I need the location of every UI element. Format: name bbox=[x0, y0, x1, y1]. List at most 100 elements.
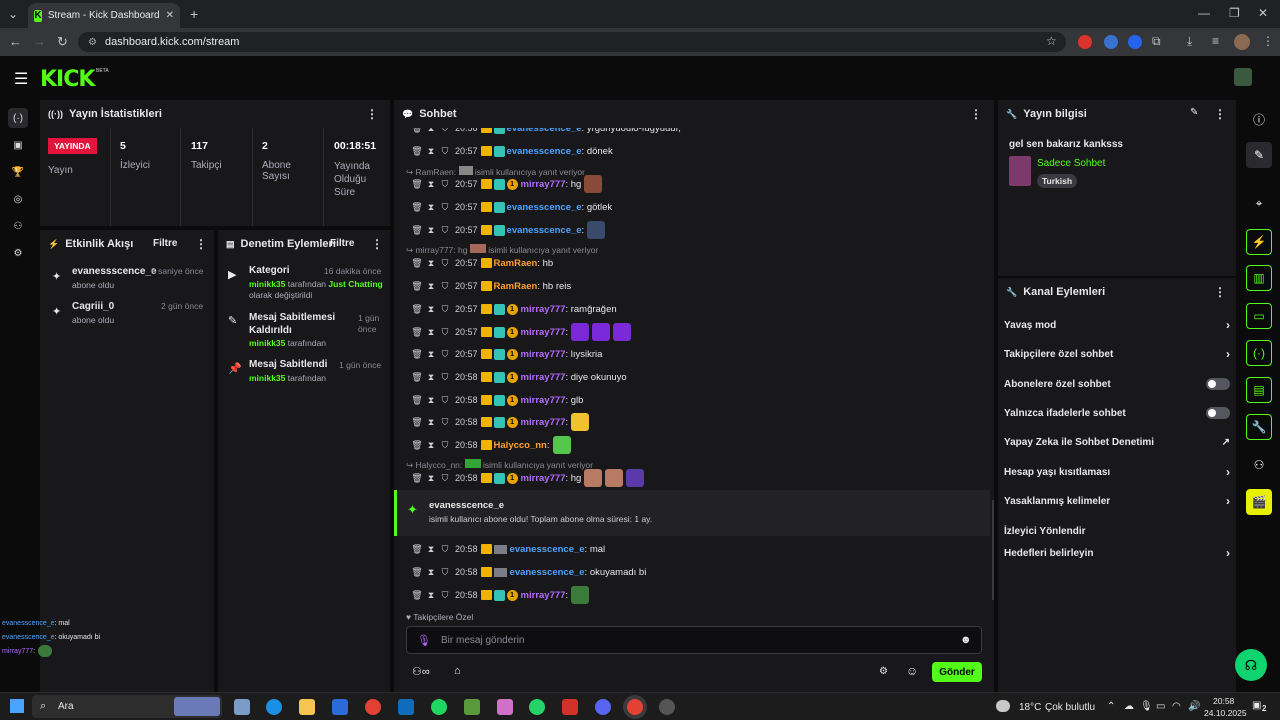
timeout-icon[interactable]: ⧗ bbox=[424, 281, 438, 292]
channel-action-item[interactable]: Hesap yaşı kısıtlaması › bbox=[1004, 461, 1230, 483]
toggle-switch[interactable] bbox=[1206, 407, 1230, 419]
chat-input[interactable]: 🎙 Bir mesaj gönderin ☻ bbox=[406, 626, 982, 654]
whatsapp-icon[interactable] bbox=[529, 699, 545, 715]
wifi-icon[interactable]: ◠ bbox=[1172, 701, 1181, 712]
rail-clapper-icon[interactable]: 🎬 bbox=[1246, 489, 1272, 515]
weather-text[interactable]: Çok bulutlu bbox=[1045, 702, 1095, 713]
store-icon[interactable] bbox=[332, 699, 348, 715]
ban-icon[interactable]: ⛉ bbox=[438, 304, 452, 315]
outlook-icon[interactable] bbox=[398, 699, 414, 715]
chat-username[interactable]: evanesscence_e bbox=[510, 567, 585, 578]
mic-icon[interactable]: 🎙 bbox=[417, 634, 431, 647]
chat-username[interactable]: mirray777 bbox=[521, 590, 566, 601]
chat-message[interactable]: 🗑 ⧗ ⛉ 20:58 1 mirray777: bbox=[410, 585, 590, 605]
chat-message[interactable]: 🗑 ⧗ ⛉ 20:58 Halycco_nn: bbox=[410, 435, 571, 455]
ban-icon[interactable]: ⛉ bbox=[438, 179, 452, 190]
delete-icon[interactable]: 🗑 bbox=[410, 590, 424, 601]
store-icon[interactable]: ⌂ bbox=[454, 665, 461, 677]
chat-menu-icon[interactable]: ⋮ bbox=[970, 107, 982, 121]
chat-username[interactable]: mirray777 bbox=[521, 327, 566, 338]
rail-flash-icon[interactable]: ⚡ bbox=[1246, 229, 1272, 255]
delete-icon[interactable]: 🗑 bbox=[410, 146, 424, 157]
new-tab-button[interactable]: + bbox=[190, 6, 198, 22]
chat-username[interactable]: mirray777 bbox=[521, 179, 566, 190]
delete-icon[interactable]: 🗑 bbox=[410, 179, 424, 190]
delete-icon[interactable]: 🗑 bbox=[410, 281, 424, 292]
downloads-icon[interactable]: ⤓ bbox=[1187, 34, 1192, 49]
ban-icon[interactable]: ⛉ bbox=[438, 349, 452, 360]
rail-book-icon[interactable]: ▥ bbox=[1246, 265, 1272, 291]
tab-close-icon[interactable]: ✕ bbox=[166, 10, 174, 21]
timeout-icon[interactable]: ⧗ bbox=[424, 440, 438, 451]
weather-temp[interactable]: 18°C bbox=[1019, 702, 1041, 713]
chat-message[interactable]: 🗑 ⧗ ⛉ 20:58 evanesscence_e: okuyamadı bi bbox=[410, 562, 646, 582]
channel-action-item[interactable]: Yasaklanmış kelimeler › bbox=[1004, 490, 1230, 512]
chat-message[interactable]: 🗑 ⧗ ⛉ 20:58 1 mirray777: bbox=[410, 412, 590, 432]
delete-icon[interactable]: 🗑 bbox=[410, 304, 424, 315]
channel-action-item[interactable]: Yalnızca ifadelerle sohbet bbox=[1004, 402, 1230, 424]
toggle-switch[interactable] bbox=[1206, 378, 1230, 390]
app-icon[interactable] bbox=[497, 699, 513, 715]
ban-icon[interactable]: ⛉ bbox=[438, 258, 452, 269]
ban-icon[interactable]: ⛉ bbox=[438, 440, 452, 451]
timeout-icon[interactable]: ⧗ bbox=[424, 395, 438, 406]
support-headset-button[interactable]: ☊ bbox=[1235, 649, 1267, 681]
extensions-icon[interactable]: ⧉ bbox=[1152, 34, 1161, 49]
delete-icon[interactable]: 🗑 bbox=[410, 544, 424, 555]
delete-icon[interactable]: 🗑 bbox=[410, 440, 424, 451]
timeout-icon[interactable]: ⧗ bbox=[424, 473, 438, 484]
taskbar-search[interactable]: ⌕ Ara bbox=[32, 695, 222, 718]
timeout-icon[interactable]: ⧗ bbox=[424, 544, 438, 555]
rail-broadcast-icon[interactable]: (·) bbox=[1246, 340, 1272, 366]
bookmark-star-icon[interactable]: ☆ bbox=[1046, 34, 1057, 48]
cloud-icon[interactable]: ☁ bbox=[1124, 701, 1134, 712]
user-avatar[interactable] bbox=[1234, 68, 1252, 86]
rail-info-icon[interactable]: ⓘ bbox=[1246, 106, 1272, 132]
chat-message[interactable]: 🗑 ⧗ ⛉ 20:58 1 mirray777: diye okunuyo bbox=[410, 367, 627, 387]
timeout-icon[interactable]: ⧗ bbox=[424, 590, 438, 601]
delete-icon[interactable]: 🗑 bbox=[410, 202, 424, 213]
chat-username[interactable]: mirray777 bbox=[521, 417, 566, 428]
ban-icon[interactable]: ⛉ bbox=[438, 327, 452, 338]
chat-message[interactable]: 🗑 ⧗ ⛉ 20:57 RamRaen: hb bbox=[410, 253, 553, 273]
delete-icon[interactable]: 🗑 bbox=[410, 258, 424, 269]
extension-icon-2[interactable] bbox=[1104, 35, 1118, 49]
ban-icon[interactable]: ⛉ bbox=[438, 281, 452, 292]
activity-menu-icon[interactable]: ⋮ bbox=[195, 237, 207, 251]
timeout-icon[interactable]: ⧗ bbox=[424, 417, 438, 428]
back-icon[interactable]: ← bbox=[9, 34, 22, 49]
kick-logo[interactable]: KICK bbox=[40, 67, 95, 92]
chat-scrollbar[interactable] bbox=[992, 500, 994, 600]
profile-avatar[interactable] bbox=[1234, 34, 1250, 50]
discord-icon[interactable] bbox=[595, 699, 611, 715]
ban-icon[interactable]: ⛉ bbox=[438, 395, 452, 406]
ban-icon[interactable]: ⛉ bbox=[438, 202, 452, 213]
emoji-icon[interactable]: ☻ bbox=[960, 634, 972, 646]
reload-icon[interactable]: ↻ bbox=[57, 34, 68, 50]
delete-icon[interactable]: 🗑 bbox=[410, 567, 424, 578]
rail-community-icon[interactable]: ⚇ bbox=[1246, 452, 1272, 478]
explorer-icon[interactable] bbox=[299, 699, 315, 715]
timeout-icon[interactable]: ⧗ bbox=[424, 567, 438, 578]
moderation-menu-icon[interactable]: ⋮ bbox=[371, 237, 383, 251]
mic-tray-icon[interactable]: 🎙 bbox=[1140, 701, 1153, 712]
chat-message[interactable]: 🗑 ⧗ ⛉ 20:57 1 mirray777: bbox=[410, 322, 632, 342]
rail-community-icon[interactable]: ⚇ bbox=[8, 216, 28, 236]
extension-icon-3[interactable] bbox=[1128, 35, 1142, 49]
rail-settings-icon[interactable]: ⚙ bbox=[8, 243, 28, 263]
chat-settings-icon[interactable]: ⚙ bbox=[879, 666, 888, 677]
timeout-icon[interactable]: ⧗ bbox=[424, 304, 438, 315]
notification-icon[interactable]: ▣ bbox=[1252, 700, 1261, 711]
chat-username[interactable]: evanesscence_e bbox=[507, 225, 582, 236]
rail-trophy-icon[interactable]: 🏆 bbox=[8, 162, 28, 182]
delete-icon[interactable]: 🗑 bbox=[410, 372, 424, 383]
moderation-filter-button[interactable]: Filtre bbox=[330, 238, 354, 249]
ban-icon[interactable]: ⛉ bbox=[438, 590, 452, 601]
rail-dashboard-icon[interactable]: ▣ bbox=[8, 135, 28, 155]
delete-icon[interactable]: 🗑 bbox=[410, 417, 424, 428]
chat-username[interactable]: Halycco_nn bbox=[494, 440, 547, 451]
timeout-icon[interactable]: ⧗ bbox=[424, 225, 438, 236]
timeout-icon[interactable]: ⧗ bbox=[424, 202, 438, 213]
stream-info-menu-icon[interactable]: ⋮ bbox=[1214, 107, 1226, 121]
chat-message[interactable]: 🗑 ⧗ ⛉ 20:58 1 mirray777: glb bbox=[410, 390, 583, 410]
